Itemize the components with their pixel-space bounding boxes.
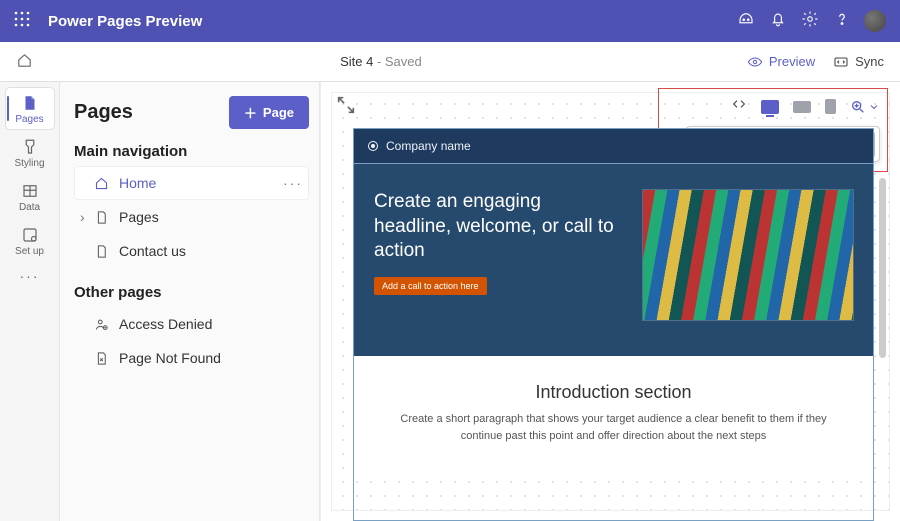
nav-home[interactable]: Home ··· — [74, 166, 309, 200]
company-name: Company name — [386, 139, 471, 153]
rail-styling-label: Styling — [6, 158, 54, 169]
section-main-nav: Main navigation — [74, 143, 309, 160]
rail-pages[interactable]: Pages — [6, 88, 54, 129]
nav-pages-label: Pages — [119, 209, 159, 225]
add-page-label: Page — [263, 105, 294, 120]
nav-not-found[interactable]: Page Not Found — [74, 341, 309, 375]
plus-icon: ＋ — [244, 103, 257, 122]
hero-section[interactable]: Create an engaging headline, welcome, or… — [354, 163, 873, 356]
intro-section[interactable]: Introduction section Create a short para… — [354, 356, 873, 470]
code-view-icon[interactable] — [731, 96, 747, 117]
pages-panel: Pages ＋ Page Main navigation Home ··· › … — [60, 82, 320, 521]
site-status: Site 4 - Saved — [33, 54, 729, 69]
cta-button[interactable]: Add a call to action here — [374, 277, 487, 295]
device-toolbar — [731, 96, 880, 117]
design-canvas: 50% − + Reset Company name Create an eng… — [320, 82, 900, 521]
site-name: Site 4 — [340, 54, 373, 69]
more-icon[interactable]: ··· — [283, 175, 303, 191]
radio-icon — [368, 141, 378, 151]
app-header: Power Pages Preview — [0, 0, 900, 42]
settings-icon[interactable] — [794, 10, 826, 33]
nav-access-denied[interactable]: Access Denied — [74, 307, 309, 341]
chevron-right-icon[interactable]: › — [80, 209, 92, 225]
page-preview[interactable]: Company name Create an engaging headline… — [353, 128, 874, 521]
nav-notfound-label: Page Not Found — [119, 350, 221, 366]
copilot-icon[interactable] — [730, 10, 762, 33]
sync-label: Sync — [855, 54, 884, 69]
intro-body: Create a short paragraph that shows your… — [394, 411, 833, 444]
section-other-pages: Other pages — [74, 284, 309, 301]
canvas-scrollbar[interactable] — [879, 178, 886, 358]
app-title: Power Pages Preview — [48, 13, 202, 30]
expand-icon[interactable] — [335, 94, 357, 116]
hero-headline: Create an engaging headline, welcome, or… — [374, 190, 623, 264]
preview-header[interactable]: Company name — [354, 129, 873, 163]
add-page-button[interactable]: ＋ Page — [229, 96, 309, 129]
user-avatar[interactable] — [864, 10, 886, 32]
help-icon[interactable] — [826, 10, 858, 33]
nav-home-label: Home — [119, 175, 156, 191]
rail-data[interactable]: Data — [6, 176, 54, 217]
home-icon[interactable] — [16, 52, 33, 72]
save-status: - Saved — [373, 54, 421, 69]
rail-pages-label: Pages — [6, 114, 54, 125]
nav-contact-label: Contact us — [119, 243, 186, 259]
rail-setup-label: Set up — [6, 246, 54, 257]
rail-data-label: Data — [6, 202, 54, 213]
zoom-dropdown[interactable] — [850, 99, 880, 115]
nav-contact[interactable]: Contact us — [74, 234, 309, 268]
app-launcher-icon[interactable] — [14, 11, 30, 32]
rail-styling[interactable]: Styling — [6, 132, 54, 173]
left-rail: Pages Styling Data Set up ··· — [0, 82, 60, 521]
preview-button[interactable]: Preview — [747, 54, 815, 70]
nav-denied-label: Access Denied — [119, 316, 212, 332]
panel-title: Pages — [74, 101, 133, 124]
sync-button[interactable]: Sync — [833, 54, 884, 70]
device-desktop-icon[interactable] — [761, 100, 779, 114]
hero-image[interactable] — [643, 190, 853, 320]
rail-setup[interactable]: Set up — [6, 220, 54, 261]
device-tablet-icon[interactable] — [825, 99, 836, 114]
rail-more-icon[interactable]: ··· — [20, 268, 40, 284]
nav-pages[interactable]: › Pages — [74, 200, 309, 234]
device-laptop-icon[interactable] — [793, 101, 811, 113]
command-bar: Site 4 - Saved Preview Sync — [0, 42, 900, 82]
notifications-icon[interactable] — [762, 10, 794, 33]
intro-title: Introduction section — [394, 382, 833, 403]
preview-label: Preview — [769, 54, 815, 69]
